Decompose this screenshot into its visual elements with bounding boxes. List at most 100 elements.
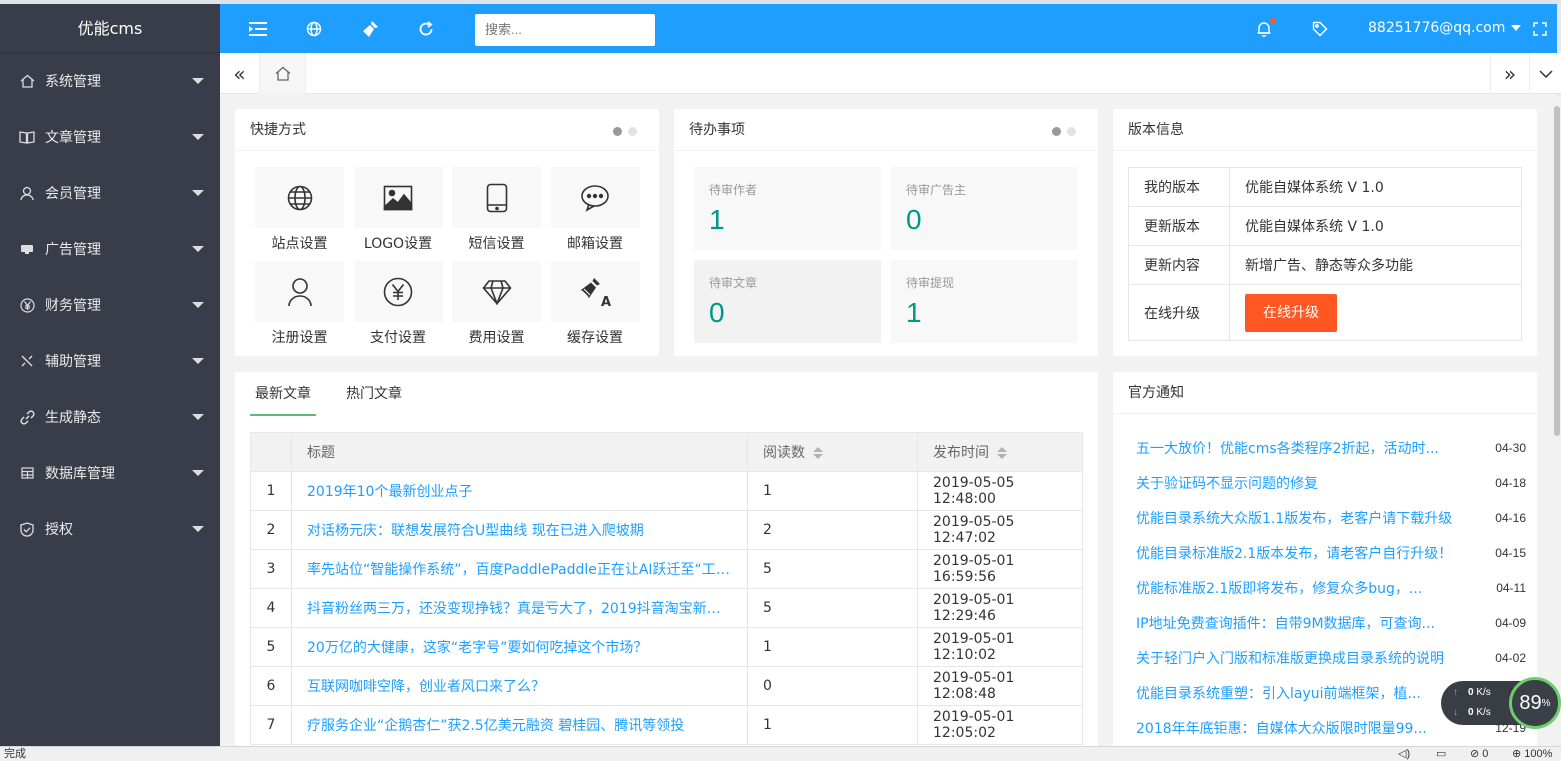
refresh-icon[interactable]	[416, 19, 436, 39]
row-reads: 1	[747, 471, 918, 511]
carousel-dots[interactable]	[613, 127, 637, 136]
carousel-dot[interactable]	[628, 127, 637, 136]
carousel-dot[interactable]	[1052, 127, 1061, 136]
table-row[interactable]: 4 抖音粉丝两三万，还没变现挣钱？真是亏大了，2019抖音淘宝新机... 5 2019…	[250, 588, 1083, 628]
online-upgrade-button[interactable]: 在线升级	[1245, 293, 1337, 332]
todo-item[interactable]: 待审提现 1	[891, 260, 1078, 343]
sidebar-item-6[interactable]: 生成静态	[0, 389, 220, 445]
shortcut-item[interactable]: 短信设置	[452, 167, 541, 253]
version-key: 更新内容	[1128, 245, 1230, 285]
table-row[interactable]: 6 互联网咖啡空降，创业者风口来了么？ 0 2019-05-01 12:08:48	[250, 666, 1083, 706]
sidebar-item-1[interactable]: 文章管理	[0, 109, 220, 165]
col-time-header[interactable]: 发布时间	[917, 432, 1083, 472]
sidebar-item-2[interactable]: 会员管理	[0, 165, 220, 221]
article-link[interactable]: 20万亿的大健康，这家“老字号”要如何吃掉这个市场？	[307, 637, 732, 657]
todo-title: 待办事项	[674, 109, 1098, 151]
notice-link[interactable]: 关于验证码不显示问题的修复	[1136, 473, 1318, 493]
blocked-count[interactable]: ⊘ 0	[1470, 747, 1488, 761]
row-time: 2019-05-01 12:10:02	[917, 627, 1083, 667]
shortcut-item[interactable]: 注册设置	[255, 261, 344, 347]
sidebar-item-0[interactable]: 系统管理	[0, 53, 220, 109]
notice-item: 关于轻门户入门版和标准版更换成目录系统的说明 04-02	[1136, 640, 1526, 675]
search-input[interactable]	[475, 14, 655, 46]
version-row: 在线升级 在线升级	[1128, 284, 1522, 341]
zoom-level[interactable]: ⊕ 100%	[1512, 747, 1552, 761]
tabs-menu-chevron-icon[interactable]	[1530, 53, 1561, 94]
notice-item: 关于验证码不显示问题的修复 04-18	[1136, 465, 1526, 500]
brand-logo[interactable]: 优能cms	[0, 4, 220, 53]
screen-icon[interactable]: ▭	[1436, 747, 1446, 761]
home-tab[interactable]	[260, 53, 306, 94]
version-key: 更新版本	[1128, 206, 1230, 246]
shortcut-item[interactable]: 费用设置	[452, 261, 541, 347]
articles-body: 1 2019年10个最新创业点子 1 2019-05-05 12:48:00 2 对话杨元…	[250, 471, 1083, 745]
caret-down-icon	[192, 414, 204, 420]
col-title-header: 标题	[291, 432, 748, 472]
sort-icon[interactable]	[997, 446, 1007, 460]
shortcut-item[interactable]: 邮箱设置	[550, 167, 640, 253]
net-speed-widget[interactable]: ↑ 0 K/s ↓ 0 K/s 89%	[1441, 677, 1561, 729]
notice-link[interactable]: 优能目录系统大众版1.1版发布，老客户请下载升级	[1136, 508, 1452, 528]
table-row[interactable]: 3 率先站位“智能操作系统”，百度PaddlePaddle正在让AI跃迁至“工业.…	[250, 549, 1083, 589]
user-menu[interactable]: 88251776@qq.com	[1368, 4, 1522, 53]
sidebar-item-4[interactable]: 财务管理	[0, 277, 220, 333]
menu-toggle-icon[interactable]	[248, 19, 268, 39]
scrollbar-thumb[interactable]	[1554, 106, 1560, 436]
clear-cache-icon[interactable]	[360, 19, 380, 39]
notice-link[interactable]: 五一大放价！优能cms各类程序2折起，活动时...	[1136, 438, 1439, 458]
article-link[interactable]: 疗服务企业“企鹅杏仁”获2.5亿美元融资 碧桂园、腾讯等领投	[307, 715, 732, 735]
shortcut-label: LOGO设置	[363, 236, 433, 252]
sidebar-item-7[interactable]: 数据库管理	[0, 445, 220, 501]
carousel-dots[interactable]	[1052, 127, 1076, 136]
notice-link[interactable]: IP地址免费查询插件：自带9M数据库，可查询...	[1136, 613, 1435, 633]
notice-link[interactable]: 2018年年底钜惠：自媒体大众版限时限量99...	[1136, 718, 1427, 738]
book-icon	[19, 129, 35, 145]
todo-item[interactable]: 待审作者 1	[694, 167, 881, 250]
tabs-scroll-left-icon[interactable]: «	[220, 53, 260, 94]
todo-item[interactable]: 待审广告主 0	[891, 167, 1078, 250]
article-link[interactable]: 2019年10个最新创业点子	[307, 481, 732, 501]
shortcut-item[interactable]: 站点设置	[255, 167, 344, 253]
table-row[interactable]: 1 2019年10个最新创业点子 1 2019-05-05 12:48:00	[250, 471, 1083, 511]
row-index: 5	[250, 627, 292, 667]
caret-down-icon	[192, 302, 204, 308]
tabs-scroll-right-icon[interactable]: »	[1490, 53, 1530, 94]
carousel-dot[interactable]	[613, 127, 622, 136]
col-time-label: 发布时间	[933, 445, 989, 461]
tab-hot-articles[interactable]: 热门文章	[341, 372, 407, 416]
shortcut-item[interactable]: A 缓存设置	[550, 261, 640, 347]
shortcut-label: 短信设置	[468, 236, 525, 252]
carousel-dot[interactable]	[1067, 127, 1076, 136]
article-link[interactable]: 率先站位“智能操作系统”，百度PaddlePaddle正在让AI跃迁至“工业..…	[307, 559, 732, 579]
sidebar-item-8[interactable]: 授权	[0, 501, 220, 557]
zoom-value: 100%	[1524, 748, 1553, 760]
table-row[interactable]: 7 疗服务企业“企鹅杏仁”获2.5亿美元融资 碧桂园、腾讯等领投 1 2019-05-…	[250, 705, 1083, 745]
sidebar-item-label: 生成静态	[45, 410, 101, 426]
notice-link[interactable]: 优能目录标准版2.1版本发布，请老客户自行升级！	[1136, 543, 1452, 563]
fullscreen-icon[interactable]	[1530, 19, 1550, 39]
todo-item[interactable]: 待审文章 0	[694, 260, 881, 343]
speaker-icon[interactable]: ◁)	[1398, 747, 1410, 761]
sidebar-item-3[interactable]: 广告管理	[0, 221, 220, 277]
bell-icon[interactable]	[1254, 18, 1276, 39]
article-link[interactable]: 互联网咖啡空降，创业者风口来了么？	[307, 676, 732, 696]
shortcut-item[interactable]: 支付设置	[353, 261, 443, 347]
notice-link[interactable]: 优能目录系统重塑：引入layui前端框架，植...	[1136, 683, 1421, 703]
main-scrollbar[interactable]	[1553, 96, 1561, 746]
notice-item: 优能目录系统大众版1.1版发布，老客户请下载升级 04-16	[1136, 500, 1526, 535]
table-row[interactable]: 2 对话杨元庆：联想发展符合U型曲线 现在已进入爬坡期 2 2019-05-05 12…	[250, 510, 1083, 550]
globe-icon[interactable]	[304, 19, 324, 39]
notice-link[interactable]: 关于轻门户入门版和标准版更换成目录系统的说明	[1136, 648, 1444, 668]
tab-latest-articles[interactable]: 最新文章	[250, 372, 316, 416]
notice-link[interactable]: 优能标准版2.1版即将发布，修复众多bug，...	[1136, 578, 1422, 598]
tag-icon[interactable]	[1310, 19, 1330, 39]
todo-label: 待审文章	[709, 276, 758, 290]
article-link[interactable]: 抖音粉丝两三万，还没变现挣钱？真是亏大了，2019抖音淘宝新机...	[307, 598, 732, 618]
col-reads-header[interactable]: 阅读数	[747, 432, 918, 472]
article-link[interactable]: 对话杨元庆：联想发展符合U型曲线 现在已进入爬坡期	[307, 520, 732, 540]
sort-icon[interactable]	[813, 446, 823, 460]
sidebar-item-label: 系统管理	[45, 74, 101, 90]
table-row[interactable]: 5 20万亿的大健康，这家“老字号”要如何吃掉这个市场？ 1 2019-05-01 1…	[250, 627, 1083, 667]
sidebar-item-5[interactable]: 辅助管理	[0, 333, 220, 389]
shortcut-item[interactable]: LOGO设置	[353, 167, 443, 253]
